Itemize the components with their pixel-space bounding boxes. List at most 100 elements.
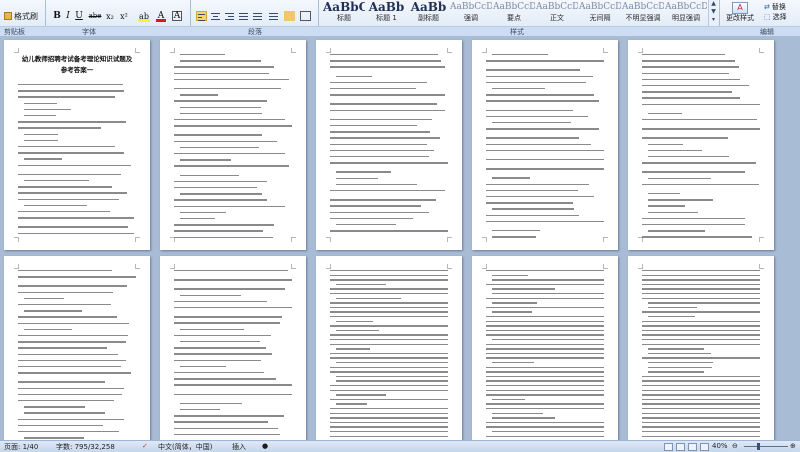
zoom-out-icon[interactable]: ⊖ <box>732 442 738 450</box>
style-item[interactable]: AaBbCcDt 无间隔 <box>579 0 622 26</box>
highlight-button[interactable]: ab <box>138 11 150 22</box>
style-item[interactable]: AaBbCcDt 明显强调 <box>665 0 708 26</box>
font-color-button[interactable]: A <box>156 11 166 22</box>
style-item[interactable]: AaBbCcDt 正文 <box>536 0 579 26</box>
distributed-icon[interactable] <box>252 11 263 21</box>
document-page[interactable] <box>628 40 774 250</box>
document-page[interactable] <box>160 40 306 250</box>
margin-corner-mark <box>135 264 140 269</box>
macro-record-icon[interactable]: ● <box>262 442 268 450</box>
text-line <box>642 162 757 164</box>
document-page[interactable] <box>316 256 462 440</box>
text-line <box>492 177 531 179</box>
print-layout-view-icon[interactable] <box>664 443 673 451</box>
style-item[interactable]: AaBbCcDt 不明显强调 <box>622 0 665 26</box>
margin-corner-mark <box>482 264 487 269</box>
document-page[interactable] <box>316 40 462 250</box>
subscript-button[interactable]: x₂ <box>104 11 116 22</box>
shading-icon[interactable] <box>284 11 295 21</box>
align-center-icon[interactable] <box>210 11 221 21</box>
gallery-scroll[interactable]: ▲ ▼ ▾ <box>708 0 718 26</box>
language-status[interactable]: 中文(简体，中国) <box>158 442 212 452</box>
scroll-up-icon[interactable]: ▲ <box>709 0 718 8</box>
style-item[interactable]: AaBbC 标题 <box>323 0 366 26</box>
insert-mode[interactable]: 插入 <box>232 442 246 452</box>
text-line <box>486 329 604 332</box>
zoom-in-icon[interactable]: ⊕ <box>790 442 796 450</box>
web-layout-view-icon[interactable] <box>688 443 697 451</box>
text-line <box>642 66 740 68</box>
document-page[interactable] <box>628 256 774 440</box>
document-area[interactable]: 幼儿教师招聘考试备考理论知识试题及 参考答案一 <box>0 37 800 440</box>
change-styles-button[interactable]: A 更改样式 <box>722 2 758 22</box>
margin-corner-mark <box>14 48 19 53</box>
margin-corner-mark <box>447 237 452 242</box>
select-button[interactable]: ⬚ 选择 <box>764 12 787 22</box>
align-left-icon[interactable] <box>196 11 207 21</box>
zoom-slider-thumb[interactable] <box>757 443 760 450</box>
justify-icon[interactable] <box>238 11 249 21</box>
text-line <box>642 394 760 396</box>
line-spacing-icon[interactable] <box>268 11 279 21</box>
style-item[interactable]: AaBb 标题 1 <box>366 0 408 26</box>
text-line <box>642 85 749 87</box>
text-line <box>330 316 448 318</box>
text-line <box>180 294 242 296</box>
text-line <box>486 316 604 318</box>
outline-view-icon[interactable] <box>700 443 709 451</box>
superscript-button[interactable]: x² <box>118 11 130 22</box>
strikethrough-button[interactable]: abe <box>88 11 102 22</box>
text-line <box>174 378 277 380</box>
borders-icon[interactable] <box>300 11 311 21</box>
text-line <box>486 159 604 161</box>
text-line <box>330 417 448 419</box>
zoom-slider[interactable] <box>744 446 788 447</box>
text-line <box>648 230 705 232</box>
document-page[interactable] <box>160 256 306 440</box>
word-count[interactable]: 字数: 795/32,258 <box>56 442 115 452</box>
text-line <box>330 199 437 201</box>
margin-corner-mark <box>326 237 331 242</box>
text-line <box>648 371 705 373</box>
char-border-button[interactable]: A <box>172 11 182 21</box>
document-title-line-2: 参考答案一 <box>60 66 94 74</box>
style-item[interactable]: AaBb 副标题 <box>408 0 450 26</box>
text-line <box>330 389 448 391</box>
page-count[interactable]: 页面: 1/40 <box>4 442 38 452</box>
style-item[interactable]: AaBbCcDt 要点 <box>493 0 536 26</box>
text-line <box>486 426 604 428</box>
text-line <box>18 347 108 349</box>
text-line <box>642 435 760 437</box>
full-screen-view-icon[interactable] <box>676 443 685 451</box>
document-page[interactable] <box>4 256 150 440</box>
text-line <box>486 348 604 350</box>
document-page[interactable]: 幼儿教师招聘考试备考理论知识试题及 参考答案一 <box>4 40 150 250</box>
document-page[interactable] <box>472 40 618 250</box>
replace-button[interactable]: ⇄ 替换 <box>764 2 786 12</box>
align-right-icon[interactable] <box>224 11 235 21</box>
text-line <box>330 81 427 84</box>
text-line <box>174 180 267 183</box>
bold-button[interactable]: B <box>52 11 62 22</box>
format-painter-button[interactable]: 格式刷 <box>4 10 38 22</box>
scroll-down-icon[interactable]: ▼ <box>709 8 718 16</box>
margin-corner-mark <box>135 237 140 242</box>
underline-button[interactable]: U <box>74 11 84 22</box>
text-line <box>24 108 71 111</box>
replace-label: 替换 <box>771 3 786 11</box>
text-line <box>336 283 386 286</box>
zoom-level[interactable]: 40% <box>712 442 728 450</box>
text-line <box>330 211 430 213</box>
style-item[interactable]: AaBbCcDt 强调 <box>450 0 493 26</box>
gallery-more-icon[interactable]: ▾ <box>709 16 718 24</box>
text-line <box>174 224 275 226</box>
text-line <box>642 329 760 332</box>
text-line <box>330 66 445 68</box>
italic-button[interactable]: I <box>63 11 73 22</box>
text-line <box>642 398 760 401</box>
document-page[interactable] <box>472 256 618 440</box>
text-line <box>486 352 604 355</box>
proofing-icon[interactable]: ✓ <box>142 442 148 450</box>
text-line <box>486 189 578 192</box>
text-line <box>180 54 225 56</box>
